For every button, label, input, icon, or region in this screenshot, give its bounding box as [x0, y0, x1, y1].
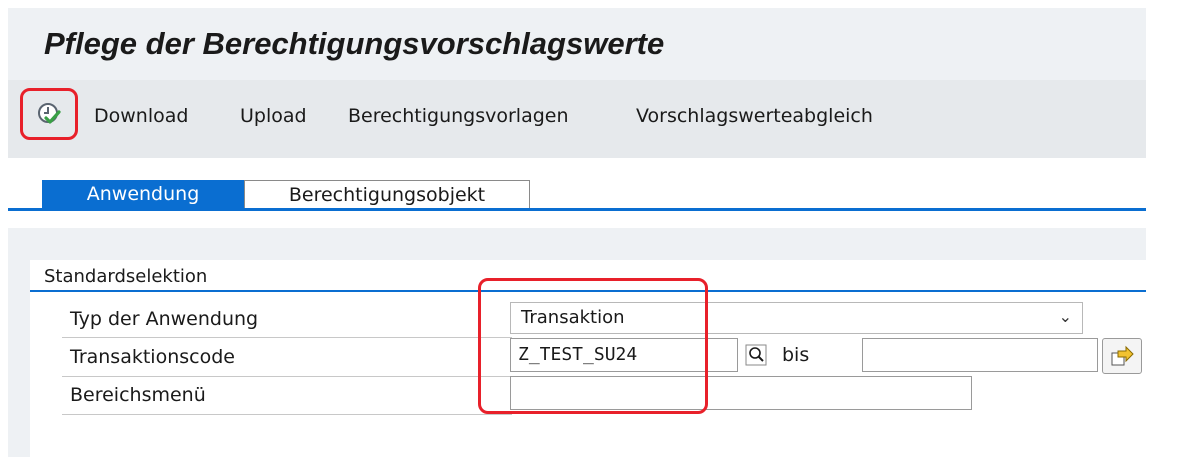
berechtigungsvorlagen-button[interactable]: Berechtigungsvorlagen [348, 105, 569, 127]
tab-berechtigungsobjekt[interactable]: Berechtigungsobjekt [244, 180, 530, 208]
right-edge [1146, 8, 1186, 457]
standardselektion-group: Standardselektion Typ der Anwendung Tran… [30, 260, 1186, 457]
tab-content: Standardselektion Typ der Anwendung Tran… [8, 228, 1186, 457]
bis-label: bis [782, 344, 810, 366]
page-title: Pflege der Berechtigungsvorschlagswerte [44, 26, 665, 61]
typ-der-anwendung-select[interactable]: Transaktion ⌄ [510, 302, 1083, 334]
bereichsmenue-label: Bereichsmenü [70, 384, 206, 406]
tabstrip-underline [8, 208, 1186, 211]
download-button[interactable]: Download [94, 105, 188, 127]
execute-button[interactable] [20, 88, 78, 140]
tab-anwendung[interactable]: Anwendung [42, 180, 244, 208]
execute-clock-check-icon [38, 103, 61, 124]
bereichsmenue-input[interactable] [510, 376, 972, 410]
multiple-selection-button[interactable] [1102, 338, 1142, 374]
multiple-selection-arrow-icon [1111, 345, 1134, 366]
upload-button[interactable]: Upload [240, 105, 307, 127]
typ-der-anwendung-value: Transaktion [521, 307, 625, 328]
transaktionscode-from-input[interactable]: Z_TEST_SU24 [510, 338, 738, 372]
transaktionscode-label: Transaktionscode [70, 346, 235, 368]
group-title: Standardselektion [44, 266, 208, 287]
typ-der-anwendung-label: Typ der Anwendung [70, 308, 259, 330]
tabstrip: Anwendung Berechtigungsobjekt [8, 158, 1186, 228]
title-bar: Pflege der Berechtigungsvorschlagswerte [8, 8, 1186, 80]
vorschlagswerteabgleich-button[interactable]: Vorschlagswerteabgleich [636, 105, 873, 127]
row-divider [62, 414, 512, 415]
row-divider [62, 337, 512, 338]
row-divider [62, 376, 512, 377]
value-help-button[interactable] [738, 338, 774, 372]
chevron-down-icon: ⌄ [1058, 307, 1072, 326]
transaktionscode-from-value: Z_TEST_SU24 [518, 344, 638, 365]
transaktionscode-to-input[interactable] [862, 338, 1098, 372]
group-underline [30, 290, 1186, 292]
search-icon [745, 344, 767, 366]
application-toolbar: Download Upload Berechtigungsvorlagen Vo… [8, 80, 1186, 158]
sap-window: Pflege der Berechtigungsvorschlagswerte … [8, 8, 1186, 457]
